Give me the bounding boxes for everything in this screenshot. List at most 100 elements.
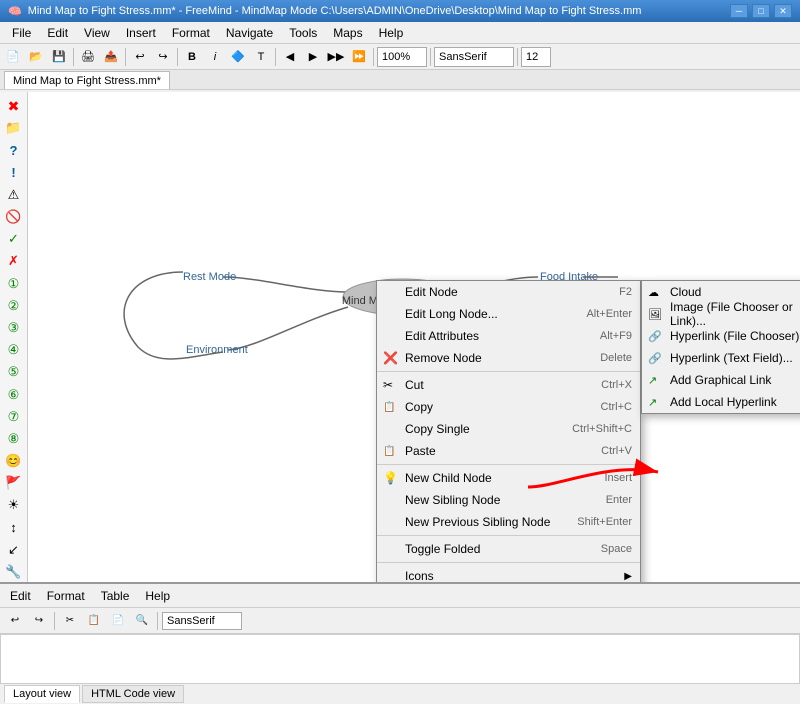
sidebar-flag-icon[interactable]: 🚩 xyxy=(3,473,25,493)
maximize-button[interactable]: □ xyxy=(752,4,770,18)
bottom-menu-table[interactable]: Table xyxy=(95,587,136,605)
bottom-redo[interactable]: ↪ xyxy=(28,610,50,632)
sidebar-exclaim-icon[interactable]: ! xyxy=(3,163,25,183)
sidebar-num7-icon[interactable]: ⑦ xyxy=(3,407,25,427)
sidebar-stop-icon[interactable]: 🚫 xyxy=(3,207,25,227)
bottom-undo[interactable]: ↩ xyxy=(4,610,26,632)
open-button[interactable]: 📂 xyxy=(25,46,47,68)
menu-maps[interactable]: Maps xyxy=(325,24,370,42)
sidebar-x-icon[interactable]: ✗ xyxy=(3,251,25,271)
ctx-sep-2 xyxy=(377,464,640,465)
sidebar-warning-icon[interactable]: ⚠ xyxy=(3,185,25,205)
sidebar-resize-icon[interactable]: ↕ xyxy=(3,518,25,538)
ctx-paste-shortcut: Ctrl+V xyxy=(601,445,632,457)
sidebar-num8-icon[interactable]: ⑧ xyxy=(3,429,25,449)
zoom-input[interactable] xyxy=(377,47,427,67)
print-button[interactable]: 🖨 xyxy=(77,46,99,68)
ctx-paste[interactable]: 📋 Paste Ctrl+V xyxy=(377,440,640,462)
bottom-cut[interactable]: ✂ xyxy=(59,610,81,632)
nav-jump2[interactable]: ⏩ xyxy=(348,46,370,68)
sidebar-arrow-icon[interactable]: ↙ xyxy=(3,540,25,560)
tab-layout-view[interactable]: Layout view xyxy=(4,685,80,703)
ctx-toggle-folded[interactable]: Toggle Folded Space xyxy=(377,538,640,560)
new-button[interactable]: 📄 xyxy=(2,46,24,68)
bottom-menu-format[interactable]: Format xyxy=(41,587,91,605)
undo-button[interactable]: ↩ xyxy=(129,46,151,68)
menu-bar: File Edit View Insert Format Navigate To… xyxy=(0,22,800,44)
bottom-menu-help[interactable]: Help xyxy=(139,587,176,605)
special2-button[interactable]: T xyxy=(250,46,272,68)
ctx-edit-attributes[interactable]: Edit Attributes Alt+F9 xyxy=(377,325,640,347)
sub-hyperlink-file[interactable]: 🔗 Hyperlink (File Chooser)... xyxy=(642,325,800,347)
ctx-edit-node-label: Edit Node xyxy=(405,285,458,299)
sidebar-num1-icon[interactable]: ① xyxy=(3,274,25,294)
minimize-button[interactable]: ─ xyxy=(730,4,748,18)
ctx-cut[interactable]: ✂ Cut Ctrl+X xyxy=(377,374,640,396)
sidebar-smiley-icon[interactable]: 😊 xyxy=(3,451,25,471)
bottom-edit-toolbar: ↩ ↪ ✂ 📋 📄 🔍 xyxy=(0,608,800,634)
italic-button[interactable]: i xyxy=(204,46,226,68)
sidebar-question-icon[interactable]: ? xyxy=(3,140,25,160)
sidebar-num2-icon[interactable]: ② xyxy=(3,296,25,316)
sidebar-tool-icon[interactable]: 🔧 xyxy=(3,562,25,582)
font-input[interactable] xyxy=(434,47,514,67)
ctx-copy[interactable]: 📋 Copy Ctrl+C xyxy=(377,396,640,418)
tab-layout-view-label: Layout view xyxy=(13,688,71,700)
bold-button[interactable]: B xyxy=(181,46,203,68)
sub-hyperlink-text[interactable]: 🔗 Hyperlink (Text Field)... xyxy=(642,347,800,369)
ctx-cut-label: Cut xyxy=(405,378,424,392)
ctx-edit-node[interactable]: Edit Node F2 xyxy=(377,281,640,303)
sidebar-num4-icon[interactable]: ④ xyxy=(3,340,25,360)
bottom-tabs: Layout view HTML Code view xyxy=(0,684,800,704)
sub-image[interactable]: 🖼 Image (File Chooser or Link)... xyxy=(642,303,800,325)
sidebar-num5-icon[interactable]: ⑤ xyxy=(3,362,25,382)
menu-tools[interactable]: Tools xyxy=(281,24,325,42)
tab-html-code-view[interactable]: HTML Code view xyxy=(82,685,184,703)
sidebar-close-icon[interactable]: ✖ xyxy=(3,96,25,116)
sidebar-sun-icon[interactable]: ☀ xyxy=(3,495,25,515)
close-button[interactable]: ✕ xyxy=(774,4,792,18)
bottom-find[interactable]: 🔍 xyxy=(131,610,153,632)
menu-edit[interactable]: Edit xyxy=(39,24,76,42)
separator-5 xyxy=(373,48,374,66)
sidebar-folder-icon[interactable]: 📁 xyxy=(3,118,25,138)
sub-graphical-link[interactable]: ↗ Add Graphical Link xyxy=(642,369,800,391)
ctx-new-child-shortcut: Insert xyxy=(604,472,632,484)
menu-format[interactable]: Format xyxy=(164,24,218,42)
bottom-menu-edit[interactable]: Edit xyxy=(4,587,37,605)
sidebar-check-icon[interactable]: ✓ xyxy=(3,229,25,249)
ctx-new-sibling[interactable]: New Sibling Node Enter xyxy=(377,489,640,511)
special1-button[interactable]: 🔷 xyxy=(227,46,249,68)
window-title: Mind Map to Fight Stress.mm* - FreeMind … xyxy=(28,5,642,17)
menu-view[interactable]: View xyxy=(76,24,118,42)
ctx-new-prev-sibling[interactable]: New Previous Sibling Node Shift+Enter xyxy=(377,511,640,533)
redo-button[interactable]: ↪ xyxy=(152,46,174,68)
main-tab[interactable]: Mind Map to Fight Stress.mm* xyxy=(4,71,170,89)
bottom-copy[interactable]: 📋 xyxy=(83,610,105,632)
ctx-copy-single-label: Copy Single xyxy=(405,422,470,436)
save-button[interactable]: 💾 xyxy=(48,46,70,68)
sidebar-num3-icon[interactable]: ③ xyxy=(3,318,25,338)
menu-help[interactable]: Help xyxy=(371,24,412,42)
sidebar-num6-icon[interactable]: ⑥ xyxy=(3,384,25,404)
fontsize-input[interactable] xyxy=(521,47,551,67)
ctx-copy-single[interactable]: Copy Single Ctrl+Shift+C xyxy=(377,418,640,440)
rest-mode-label[interactable]: Rest Mode xyxy=(183,271,236,283)
nav-forward[interactable]: ▶ xyxy=(302,46,324,68)
nav-back[interactable]: ◀ xyxy=(279,46,301,68)
ctx-edit-long-node[interactable]: Edit Long Node... Alt+Enter xyxy=(377,303,640,325)
bottom-content-area[interactable] xyxy=(0,634,800,684)
ctx-toggle-folded-label: Toggle Folded xyxy=(405,542,480,556)
menu-file[interactable]: File xyxy=(4,24,39,42)
ctx-new-child[interactable]: 💡 New Child Node Insert xyxy=(377,467,640,489)
ctx-icons[interactable]: Icons ▶ xyxy=(377,565,640,582)
nav-jump[interactable]: ▶▶ xyxy=(325,46,347,68)
menu-insert[interactable]: Insert xyxy=(118,24,164,42)
ctx-remove-node[interactable]: ❌ Remove Node Delete xyxy=(377,347,640,369)
export-button[interactable]: 📤 xyxy=(100,46,122,68)
bottom-paste[interactable]: 📄 xyxy=(107,610,129,632)
bottom-font-input[interactable] xyxy=(162,612,242,630)
environment-label[interactable]: Environment xyxy=(186,344,248,356)
menu-navigate[interactable]: Navigate xyxy=(218,24,281,42)
sub-local-hyperlink[interactable]: ↗ Add Local Hyperlink xyxy=(642,391,800,413)
